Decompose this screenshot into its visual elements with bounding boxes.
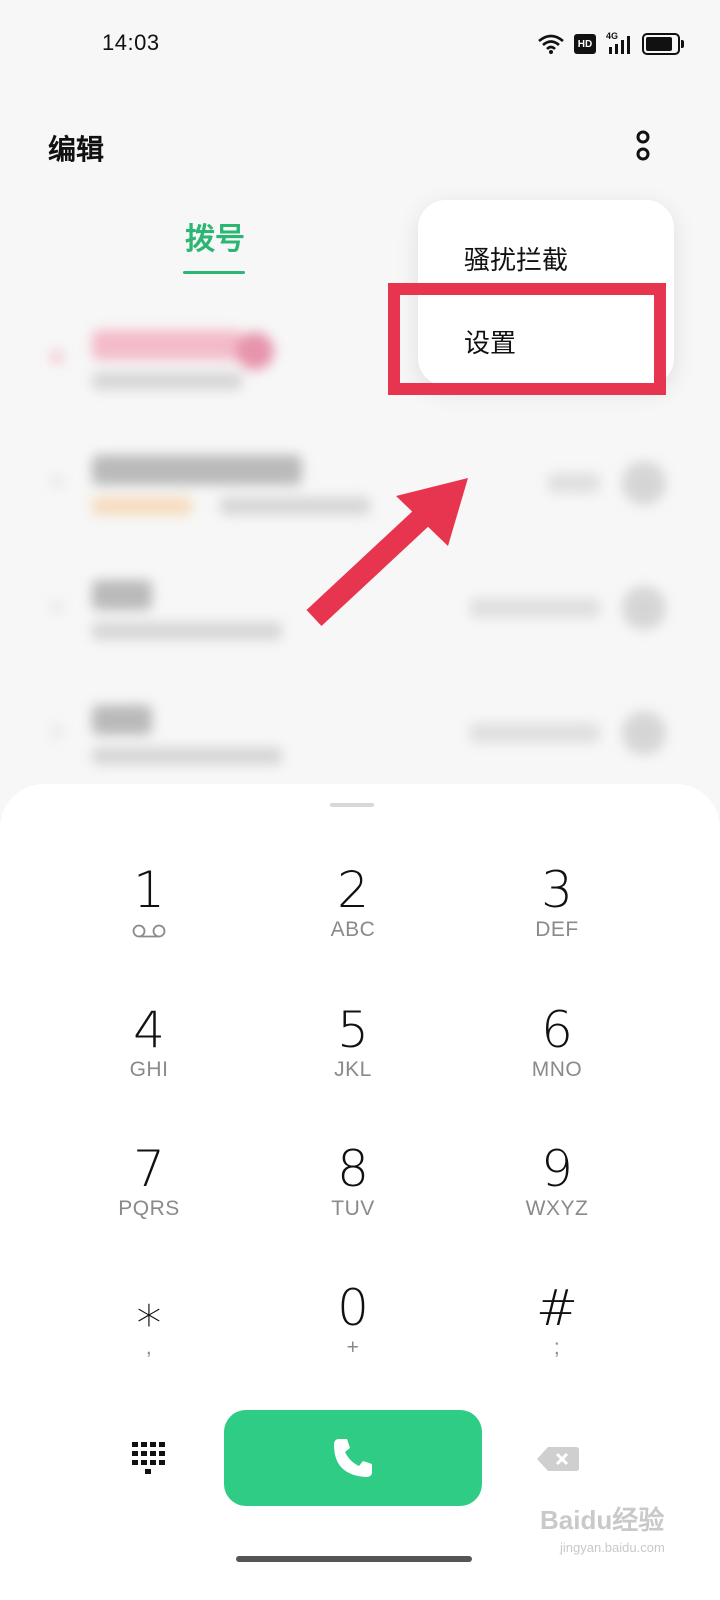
dial-key-digit: 1 [133,861,165,919]
dial-key-letters: PQRS [118,1197,180,1220]
dial-key-digit: 2 [337,861,369,919]
dial-key-letters: , [145,1336,153,1359]
tab-indicator [183,271,245,274]
annotation-arrow-icon [306,478,468,627]
dial-key-digit: 3 [541,861,573,919]
dial-key-letters: + [346,1336,360,1359]
dial-key-digit: 7 [133,1140,165,1198]
dial-key-digit: ⁎ [136,1279,162,1337]
dial-key-9[interactable]: 9 WXYZ [457,1141,657,1261]
dial-key-letters: DEF [535,918,579,941]
voicemail-icon [132,924,166,938]
dial-key-digit: 9 [541,1140,573,1198]
battery-icon [642,33,684,55]
menu-item-block-harassment[interactable]: 骚扰拦截 [464,240,568,277]
tab-dial[interactable]: 拨号 [185,214,245,258]
backspace-icon[interactable] [536,1446,580,1472]
status-time: 14:03 [102,30,160,55]
call-button[interactable] [224,1410,482,1506]
dial-key-8[interactable]: 8 TUV [253,1141,453,1261]
annotation-highlight-box [388,283,666,395]
hd-badge: HD [574,34,596,54]
watermark-logo: Baidu经验 [540,1505,665,1535]
dial-key-hash[interactable]: # ; [457,1280,657,1400]
dial-key-digit: 0 [337,1279,369,1337]
watermark-url: jingyan.baidu.com [560,1540,665,1555]
call-log-row[interactable] [0,685,720,795]
status-icons: HD 4G [538,31,684,55]
signal-icon: 4G [606,31,632,55]
dial-key-6[interactable]: 6 MNO [457,1002,657,1122]
dial-key-2[interactable]: 2 ABC [253,862,453,982]
dial-key-digit: 6 [541,1001,573,1059]
home-indicator[interactable] [236,1556,472,1562]
dial-key-letters: ; [553,1336,561,1359]
dial-key-digit: 4 [133,1001,165,1059]
dial-key-letters: ABC [330,918,376,941]
dial-key-letters: TUV [331,1197,375,1220]
edit-button[interactable]: 编辑 [48,128,104,168]
dial-key-digit: 8 [337,1140,369,1198]
dial-key-1[interactable]: 1 [49,862,249,982]
dial-key-7[interactable]: 7 PQRS [49,1141,249,1261]
dial-key-letters: WXYZ [525,1197,589,1220]
dial-key-letters: GHI [129,1058,169,1081]
dialpad-grid-icon[interactable] [130,1440,166,1476]
dial-key-0[interactable]: 0 + [253,1280,453,1400]
dial-key-5[interactable]: 5 JKL [253,1002,453,1122]
wifi-icon [538,34,564,54]
dial-key-digit: 5 [337,1001,369,1059]
dial-key-3[interactable]: 3 DEF [457,862,657,982]
sheet-drag-handle[interactable] [330,803,374,807]
dial-key-star[interactable]: ⁎ , [49,1280,249,1400]
phone-icon [334,1439,372,1477]
dial-key-4[interactable]: 4 GHI [49,1002,249,1122]
dial-key-letters: JKL [334,1058,372,1081]
dial-key-digit: # [536,1279,578,1337]
more-options-icon[interactable] [628,128,658,164]
dial-key-letters: MNO [531,1058,583,1081]
